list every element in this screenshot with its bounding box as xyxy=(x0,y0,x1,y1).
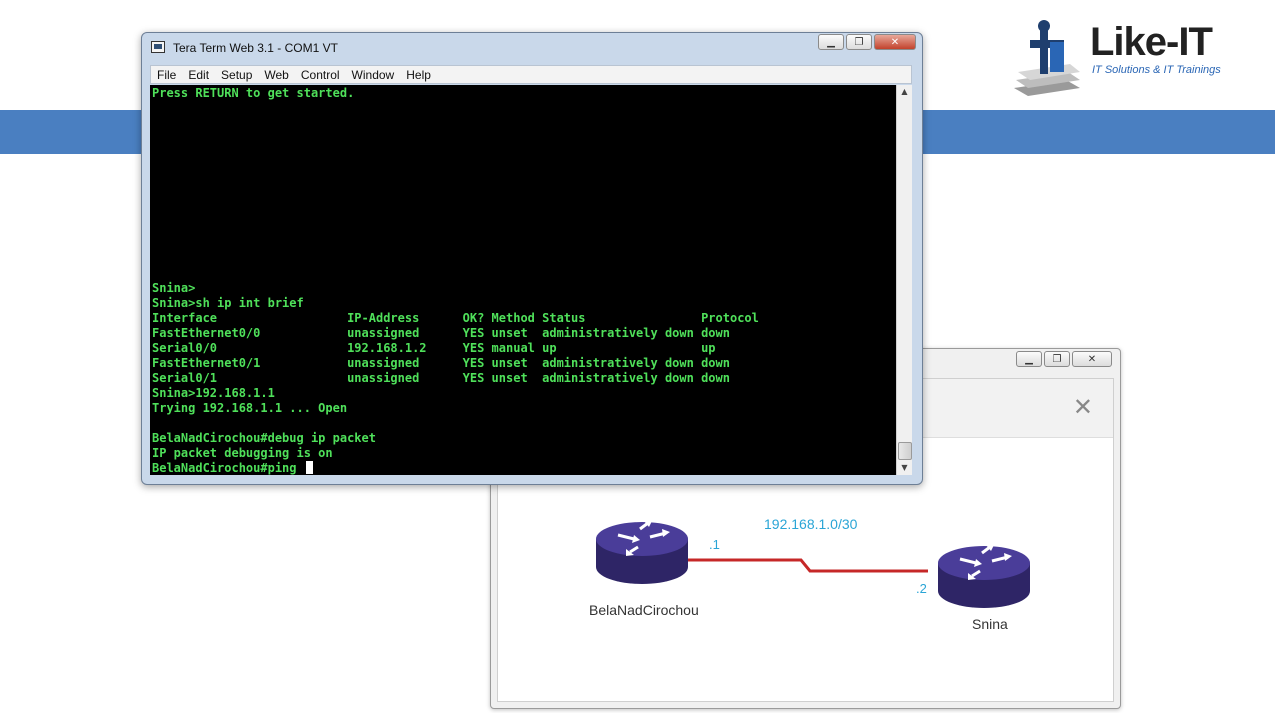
scrollbar-thumb[interactable] xyxy=(898,442,912,460)
logo-mark-icon xyxy=(1014,20,1080,96)
window-title: Tera Term Web 3.1 - COM1 VT xyxy=(173,41,338,55)
menu-setup[interactable]: Setup xyxy=(215,68,258,82)
right-router-name: Snina xyxy=(972,616,1008,632)
terminal-line: Trying 192.168.1.1 ... Open xyxy=(152,401,348,415)
terminal-line: FastEthernet0/1 unassigned YES unset adm… xyxy=(152,356,730,370)
terminal-line: BelaNadCirochou#debug ip packet xyxy=(152,431,376,445)
serial-link-line xyxy=(688,558,928,573)
topology-window-controls: ▁ ❐ ✕ xyxy=(1016,351,1112,367)
terminal-line: Snina>192.168.1.1 xyxy=(152,386,275,400)
title-bar[interactable]: Tera Term Web 3.1 - COM1 VT ▁ ❐ ✕ xyxy=(142,33,922,63)
terminal-line: Press RETURN to get started. xyxy=(152,86,355,100)
terminal-line: FastEthernet0/0 unassigned YES unset adm… xyxy=(152,326,730,340)
logo-name: Like-IT xyxy=(1090,20,1213,64)
maximize-icon[interactable]: ❐ xyxy=(846,34,872,50)
terminal-line: Snina>sh ip int brief xyxy=(152,296,304,310)
network-label: 192.168.1.0/30 xyxy=(764,516,858,532)
menu-web[interactable]: Web xyxy=(258,68,294,82)
minimize-icon[interactable]: ▁ xyxy=(1016,351,1042,367)
terminal-line: Serial0/1 unassigned YES unset administr… xyxy=(152,371,730,385)
router-icon-right xyxy=(938,545,1030,608)
terminal-line: IP packet debugging is on xyxy=(152,446,333,460)
close-icon[interactable]: ✕ xyxy=(1072,351,1112,367)
window-controls: ▁ ❐ ✕ xyxy=(818,34,916,50)
scroll-up-icon[interactable]: ▲ xyxy=(897,85,912,99)
left-router-name: BelaNadCirochou xyxy=(589,602,699,618)
menu-help[interactable]: Help xyxy=(400,68,437,82)
right-ip-label: .2 xyxy=(916,581,927,596)
close-icon[interactable]: ✕ xyxy=(874,34,916,50)
menu-window[interactable]: Window xyxy=(346,68,401,82)
terminal-line: Interface IP-Address OK? Method Status P… xyxy=(152,311,759,325)
terminal-output: Press RETURN to get started. Snina> Snin… xyxy=(152,86,759,475)
menu-file[interactable]: File xyxy=(151,68,182,82)
left-ip-label: .1 xyxy=(709,537,720,552)
terminal-screen[interactable]: Press RETURN to get started. Snina> Snin… xyxy=(150,85,896,475)
menu-control[interactable]: Control xyxy=(295,68,346,82)
tera-term-window: Tera Term Web 3.1 - COM1 VT ▁ ❐ ✕ File E… xyxy=(141,32,923,485)
terminal-prompt-line: BelaNadCirochou#ping xyxy=(152,461,304,475)
text-cursor xyxy=(305,461,313,474)
menu-edit[interactable]: Edit xyxy=(182,68,215,82)
like-it-logo: Like-IT IT Solutions & IT Trainings xyxy=(1010,18,1250,100)
maximize-icon[interactable]: ❐ xyxy=(1044,351,1070,367)
router-icon-left xyxy=(596,521,688,584)
logo-tagline: IT Solutions & IT Trainings xyxy=(1092,64,1221,76)
menu-bar: File Edit Setup Web Control Window Help xyxy=(150,65,912,84)
terminal-app-icon xyxy=(151,41,165,53)
terminal-line: Serial0/0 192.168.1.2 YES manual up up xyxy=(152,341,716,355)
scroll-down-icon[interactable]: ▼ xyxy=(897,461,912,475)
vertical-scrollbar[interactable]: ▲ ▼ xyxy=(896,85,912,475)
terminal-line: Snina> xyxy=(152,281,196,295)
minimize-icon[interactable]: ▁ xyxy=(818,34,844,50)
